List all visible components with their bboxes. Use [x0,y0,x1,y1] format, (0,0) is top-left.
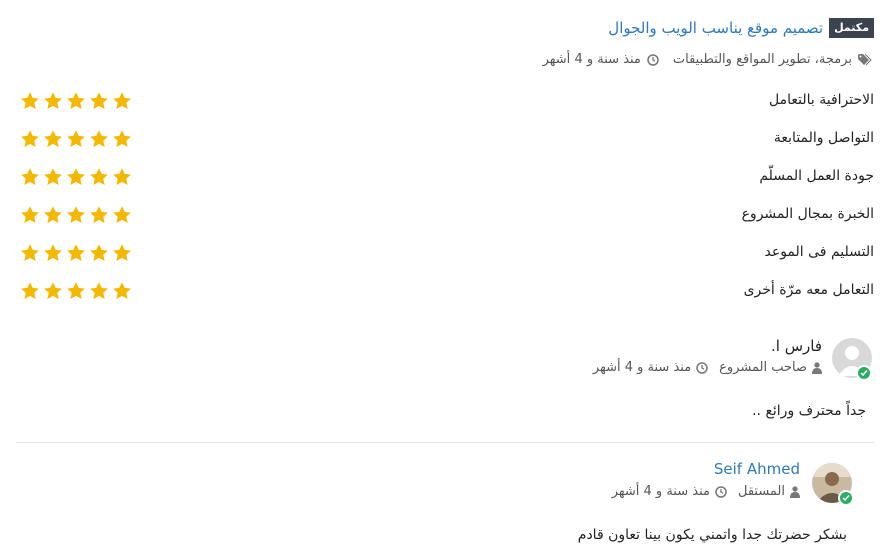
star-icon [67,130,85,147]
star-icon [113,130,131,147]
star-icon [90,92,108,109]
rating-label-professionalism: الاحترافية بالتعامل [768,92,874,108]
freelancer-review-time: منذ سنة و 4 أشهر [611,484,710,499]
rating-stars-experience [20,205,132,225]
reviewer-meta: صاحب المشروع منذ سنة و 4 أشهر [593,360,822,375]
star-icon [44,206,62,223]
freelancer-role: المستقل [737,484,785,499]
star-icon [44,130,62,147]
star-icon [44,92,62,109]
star-icon [44,282,62,299]
star-icon [21,168,39,185]
star-icon [67,282,85,299]
star-icon [113,92,131,109]
freelancer-avatar[interactable] [812,463,854,506]
star-icon [21,206,39,223]
reviewer-avatar[interactable] [832,338,872,381]
star-icon [21,130,39,147]
freelancer-meta: المستقل منذ سنة و 4 أشهر [612,484,800,499]
project-title-link[interactable]: تصميم موقع يناسب الويب والجوال [608,19,823,37]
star-icon [113,168,131,185]
clock-icon [715,485,727,498]
star-icon [90,130,108,147]
project-time: منذ سنة و 4 أشهر [542,52,641,67]
online-status-icon [838,490,854,506]
review-comment: جداً محترف ورائع .. [752,403,866,419]
project-header: مكتمل تصميم موقع يناسب الويب والجوال [608,18,874,38]
star-icon [67,206,85,223]
online-status-icon [856,365,872,381]
star-icon [21,92,39,109]
user-icon [812,361,822,374]
rating-stars-communication [20,129,132,149]
star-icon [67,168,85,185]
rating-label-quality: جودة العمل المسلّم [759,168,874,184]
reviewer-name[interactable]: فارس ا. [771,337,822,355]
review-time: منذ سنة و 4 أشهر [592,360,692,375]
star-icon [67,92,85,109]
project-tags[interactable]: برمجة، تطوير المواقع والتطبيقات [673,52,852,67]
star-icon [113,282,131,299]
star-icon [44,244,62,261]
freelancer-comment: بشكر حضرتك جدا واتمني يكون بينا تعاون قا… [577,527,847,543]
star-icon [90,168,108,185]
rating-stars-rehire [20,281,132,301]
clock-icon [647,53,659,66]
star-icon [113,244,131,261]
rating-stars-professionalism [20,91,132,111]
clock-icon [696,361,708,374]
project-meta: برمجة، تطوير المواقع والتطبيقات منذ سنة … [543,52,872,67]
status-badge: مكتمل [829,18,874,38]
reviewer-role: صاحب المشروع [719,360,807,375]
rating-label-experience: الخبرة بمجال المشروع [741,206,874,222]
rating-label-delivery: التسليم فى الموعد [764,244,875,260]
star-icon [44,168,62,185]
rating-stars-delivery [20,243,132,263]
star-icon [21,282,39,299]
star-icon [67,244,85,261]
rating-label-communication: التواصل والمتابعة [773,130,874,146]
rating-label-rehire: التعامل معه مرّة أخرى [743,282,874,298]
rating-stars-quality [20,167,132,187]
star-icon [21,244,39,261]
star-icon [113,206,131,223]
star-icon [90,206,108,223]
user-icon [790,485,800,498]
star-icon [90,244,108,261]
star-icon [90,282,108,299]
freelancer-name[interactable]: Seif Ahmed [714,460,800,478]
tag-icon [858,53,872,66]
divider [16,442,874,443]
